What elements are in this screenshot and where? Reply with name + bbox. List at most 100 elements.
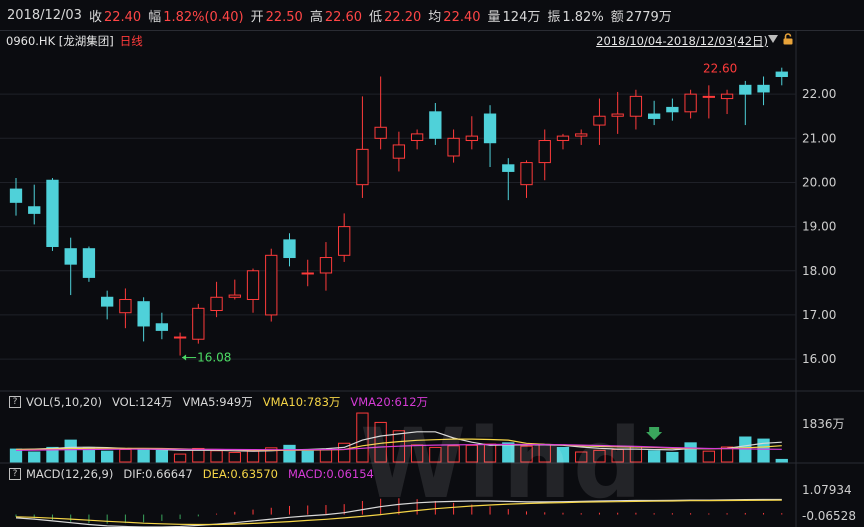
volume-bar-down [64,439,77,463]
volume-bar-down [155,449,169,463]
candle-up [447,137,460,157]
candle-up [228,294,241,298]
volume-legend: ? VOL(5,10,20) VOL:124万 VMA5:949万 VMA10:783万… [0,393,438,411]
volume-bar-down [101,450,114,463]
candle-down [483,113,497,144]
volume-bar-up [538,444,551,463]
candle-up [301,272,314,275]
candle-up [119,298,132,314]
candle-up [246,270,260,300]
candle-down [429,111,442,139]
candle-down [775,71,788,77]
volume-bar-up [702,450,715,463]
candle-down [757,84,770,93]
y-tick-label: 18.00 [802,264,836,278]
high-annotation: 22.60 [703,62,737,76]
candle-up [593,115,606,126]
candle-down [502,164,515,172]
volume-bar-up [173,453,187,463]
candle-up [465,135,478,142]
candlestick-chart[interactable]: 22.00 21.00 20.00 19.00 18.00 17.00 16.00 22.60… [0,0,864,527]
candle-up [392,144,406,159]
volume-bar-up [356,412,369,463]
volume-bar-down [301,450,314,463]
volume-bar-up [228,451,241,463]
candle-up [556,135,570,142]
y-tick-label: 1.07934 [802,483,852,497]
volume-bar-up [429,446,442,463]
candle-up [684,93,697,113]
indicator-title[interactable]: VOL(5,10,20) [26,395,102,409]
volume-bar-up [119,449,132,463]
candle-up [210,296,223,312]
volume-bar-down [647,450,661,463]
candle-down [46,179,59,247]
candle-up [520,162,533,186]
volume-bar-up [319,448,333,463]
volume-bar-up [465,444,478,463]
candle-up [629,95,643,117]
help-icon[interactable]: ? [9,396,21,408]
volume-bar-down [137,448,150,463]
candle-down [101,296,114,307]
candle-down [647,113,661,119]
volume-bar-up [246,450,260,463]
y-tick-label: 21.00 [802,131,836,145]
volume-bar-down [502,442,515,463]
candle-up [374,126,387,139]
candle-up [720,93,734,100]
volume-bar-up [483,443,497,463]
low-arrow-head [182,354,187,361]
volume-bar-up [447,445,460,463]
candle-up [319,257,333,274]
macd-legend: ? MACD(12,26,9) DIF:0.66647 DEA:0.63570 MACD… [0,465,384,483]
volume-bar-down [28,451,41,463]
signal-arrow-icon [646,427,663,440]
volume-bar-down [9,448,23,463]
candle-up [702,95,715,98]
candle-up [173,336,187,339]
volume-bar-up [520,445,533,463]
candle-down [82,248,96,278]
candle-up [575,133,588,137]
indicator-value: MACD:0.06154 [287,467,374,481]
candle-up [538,140,551,164]
y-tick-label: 19.00 [802,220,836,234]
volume-bar-up [593,449,606,463]
volume-bar-up [410,444,424,463]
candle-down [28,206,41,214]
low-annotation: 16.08 [197,351,231,365]
y-tick-label: -0.06528 [802,509,856,523]
y-tick-label: 20.00 [802,175,836,189]
volume-bar-down [775,458,788,463]
candle-up [611,113,624,117]
volume-bar-down [556,446,570,463]
candle-down [137,301,150,327]
chart-window: 2018/12/03 收 22.40 幅 1.82%(0.40) 开 22.50 高 22.6… [0,0,864,527]
indicator-value: VMA20:612万 [350,395,429,409]
candle-down [739,84,752,95]
candle-down [155,323,169,331]
y-tick-label: 17.00 [802,308,836,322]
candle-up [356,148,369,186]
help-icon[interactable]: ? [9,468,21,480]
volume-bar-up [374,421,387,463]
volume-bar-up [611,449,624,463]
candle-down [283,239,296,259]
candle-down [64,248,77,265]
indicator-value: VMA5:949万 [182,395,253,409]
y-tick-label: 16.00 [802,352,836,366]
y-tick-label: 1836万 [802,417,845,431]
indicator-value: DEA:0.63570 [202,467,278,481]
candle-down [9,188,23,203]
candle-up [192,307,205,340]
candle-up [410,133,424,142]
candle-up [265,254,278,316]
indicator-value: VOL:124万 [112,395,173,409]
y-tick-label: 22.00 [802,87,836,101]
volume-bar-down [684,442,697,463]
candle-down [666,106,679,113]
indicator-title[interactable]: MACD(12,26,9) [26,467,113,481]
volume-bar-down [666,451,679,463]
volume-bar-down [283,444,296,463]
